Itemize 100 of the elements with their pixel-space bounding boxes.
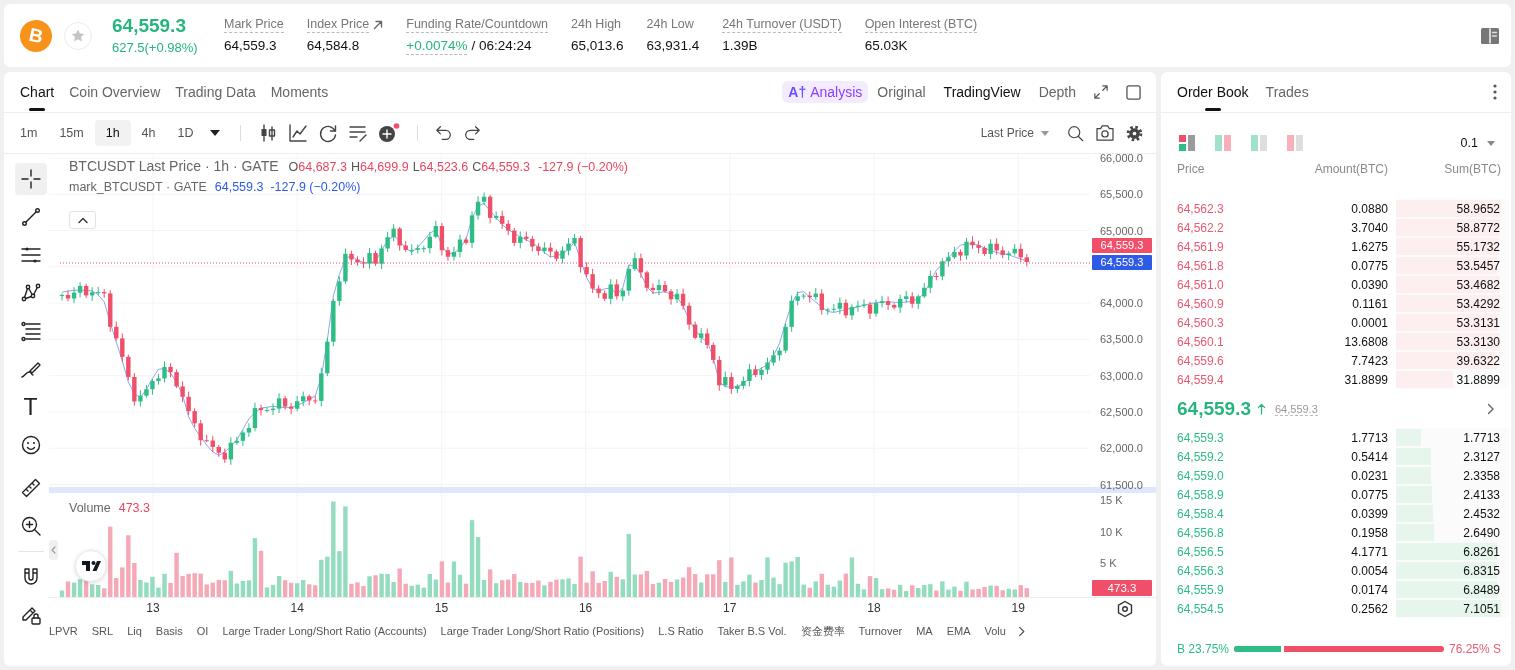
window-icon[interactable] xyxy=(1126,84,1141,100)
chart-tab[interactable]: Chart xyxy=(20,72,55,112)
interval-button[interactable]: 15m xyxy=(48,120,95,146)
level-lines-icon[interactable] xyxy=(20,321,41,341)
text-tool[interactable]: T xyxy=(14,391,47,423)
volume-axis-label: 5 K xyxy=(1100,557,1117,569)
chart-tab[interactable]: Coin Overview xyxy=(69,72,161,112)
price-axis-label: 65,000.0 xyxy=(1100,224,1143,237)
redo-icon[interactable] xyxy=(462,124,481,142)
chart-tab[interactable]: Moments xyxy=(270,72,329,112)
order-price: 64,561.9 xyxy=(1177,239,1224,254)
view-tab[interactable]: Depth xyxy=(1038,84,1076,100)
stat-label: 24h High xyxy=(571,17,622,32)
mark-price-value: 64,559.3 xyxy=(214,180,264,194)
order-book-tab[interactable]: Order Book xyxy=(1177,72,1249,112)
indicator-button[interactable]: Liq xyxy=(127,625,142,637)
arrow-up-right-icon[interactable] xyxy=(373,19,384,30)
chevron-right-icon[interactable] xyxy=(1017,625,1025,637)
interval-button[interactable]: 1D xyxy=(166,120,205,146)
collapse-button[interactable] xyxy=(69,211,96,229)
order-sum: 6.8261 xyxy=(1463,544,1501,559)
smiley-icon[interactable] xyxy=(20,435,41,455)
camera-icon[interactable] xyxy=(1096,125,1114,141)
chevron-left-icon[interactable] xyxy=(49,540,58,560)
last-price-badge: 64,559.3 xyxy=(1092,238,1152,253)
precision-dropdown[interactable]: 0.1 xyxy=(1460,136,1495,150)
chevron-right-icon[interactable] xyxy=(1487,403,1495,415)
stat-value: +0.0074% xyxy=(406,37,468,55)
order-amount: 31.8899 xyxy=(1344,372,1388,387)
price-axis-label: 66,000.0 xyxy=(1100,152,1143,164)
zoom-in-icon[interactable] xyxy=(20,516,41,536)
crosshair-icon[interactable] xyxy=(14,163,47,195)
ruler-icon[interactable] xyxy=(20,478,41,498)
stat-value: 1.39B xyxy=(722,37,758,54)
caret-down-icon xyxy=(1487,140,1495,146)
interval-button[interactable]: 1m xyxy=(9,120,49,146)
interval-button[interactable]: 4h xyxy=(130,120,167,146)
order-sum: 6.8315 xyxy=(1463,563,1501,578)
order-amount: 0.1958 xyxy=(1351,525,1388,540)
indicator-button[interactable]: Turnover xyxy=(858,625,903,637)
indicator-button[interactable]: Basis xyxy=(155,625,183,637)
indicator-button[interactable]: MA xyxy=(916,625,933,637)
horizontal-lines-icon[interactable] xyxy=(20,245,41,265)
indicator-button[interactable]: SRL xyxy=(91,625,114,637)
stat-value: 65.03K xyxy=(864,37,908,54)
caret-down-icon[interactable] xyxy=(209,130,220,136)
search-icon[interactable] xyxy=(1067,124,1084,142)
indicator-button[interactable]: Volu xyxy=(984,625,1006,637)
settings-icon[interactable] xyxy=(1117,600,1133,618)
view-tab[interactable]: TradingView xyxy=(943,84,1021,100)
list-edit-icon[interactable] xyxy=(347,123,368,143)
undo-icon[interactable] xyxy=(434,124,453,142)
order-price: 64,556.8 xyxy=(1177,525,1224,540)
volume-axis-label: 10 K xyxy=(1100,525,1123,538)
ohlc-label: O xyxy=(288,160,299,174)
order-amount: 0.0880 xyxy=(1351,201,1388,216)
depth-view-icon[interactable] xyxy=(1179,135,1195,151)
order-price: 64,556.5 xyxy=(1177,544,1224,559)
chart-tab[interactable]: Trading Data xyxy=(175,72,256,112)
indicator-button[interactable]: OI xyxy=(196,625,209,637)
price-axis-label: 62,000.0 xyxy=(1100,442,1143,455)
ohlc-label: L xyxy=(412,160,420,174)
plus-circle-icon[interactable] xyxy=(377,123,400,143)
order-price: 64,559.6 xyxy=(1177,353,1224,368)
price-axis-label: 63,000.0 xyxy=(1100,369,1143,382)
view-tab[interactable]: Original xyxy=(877,84,926,100)
order-sum: 1.7713 xyxy=(1463,430,1501,445)
order-sum: 53.4292 xyxy=(1456,296,1501,311)
indicator-button[interactable]: Large Trader Long/Short Ratio (Accounts) xyxy=(222,625,427,637)
indicator-button[interactable]: L.S Ratio xyxy=(658,625,704,637)
stat-label: 24h Turnover (USDT) xyxy=(722,16,842,33)
trend-line-icon[interactable] xyxy=(20,207,41,227)
analysis-tab[interactable]: A† Analysis xyxy=(782,81,869,103)
order-book-tab[interactable]: Trades xyxy=(1265,72,1309,112)
book-icon[interactable] xyxy=(1481,27,1499,44)
circular-arrow-icon[interactable] xyxy=(317,123,338,143)
indicator-button[interactable]: Taker B.S Vol. xyxy=(717,625,787,637)
volume-badge: 473.3 xyxy=(1092,580,1152,596)
order-sum: 58.8772 xyxy=(1456,220,1501,235)
more-icon[interactable] xyxy=(1493,84,1497,100)
order-price: 64,559.0 xyxy=(1177,468,1224,483)
settings-icon[interactable] xyxy=(1126,124,1143,142)
countdown: / 06:24:24 xyxy=(471,37,532,55)
interval-button[interactable]: 1h xyxy=(94,120,131,146)
buy-ratio: B 23.75% xyxy=(1177,642,1230,656)
indicator-button[interactable]: EMA xyxy=(946,625,971,637)
expand-icon[interactable] xyxy=(1094,85,1108,99)
indicator-button[interactable]: 资金费率 xyxy=(800,623,845,639)
price-axis-label: 65,500.0 xyxy=(1100,188,1143,201)
order-amount: 1.7713 xyxy=(1351,430,1388,445)
time-axis-label: 19 xyxy=(1011,601,1025,615)
time-axis-label: 17 xyxy=(723,601,737,615)
indicator-button[interactable]: LPVR xyxy=(49,625,78,637)
line-chart-icon[interactable] xyxy=(287,123,308,143)
zigzag-pattern-icon[interactable] xyxy=(20,283,41,303)
price-change: -127.9 (−0.20%) xyxy=(537,160,628,174)
indicator-button[interactable]: Large Trader Long/Short Ratio (Positions) xyxy=(440,625,645,637)
price-source-dropdown[interactable]: Last Price xyxy=(980,126,1049,140)
order-amount: 0.0231 xyxy=(1351,468,1388,483)
pencil-lock-icon[interactable] xyxy=(20,605,41,625)
